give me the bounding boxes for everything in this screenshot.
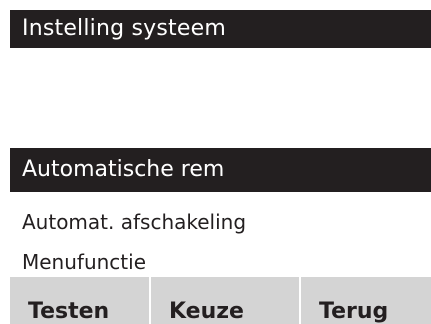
- testen-button[interactable]: Testen: [10, 277, 149, 324]
- keuze-button[interactable]: Keuze: [151, 277, 299, 324]
- softkey-bar: Testen Keuze Terug: [10, 277, 431, 324]
- display-screen: Instelling systeem Automatische rem Auto…: [10, 0, 431, 324]
- menu-item-automat-afschakeling[interactable]: Automat. afschakeling: [10, 202, 431, 242]
- screen-title: Instelling systeem: [10, 10, 431, 48]
- menu-item-selected[interactable]: Automatische rem: [10, 148, 431, 192]
- terug-button[interactable]: Terug: [301, 277, 431, 324]
- menu-item-menufunctie[interactable]: Menufunctie: [10, 244, 431, 280]
